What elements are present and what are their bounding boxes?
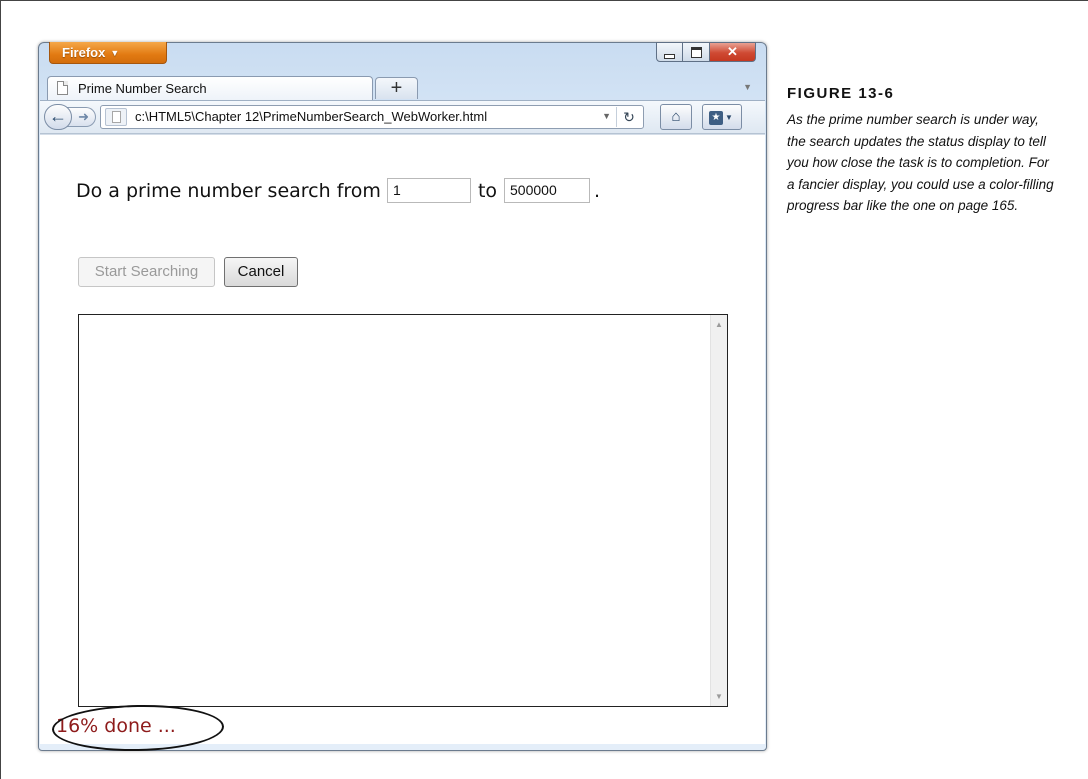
to-number-input[interactable]: 500000	[504, 178, 591, 203]
firefox-menu-button[interactable]: Firefox ▼	[49, 42, 167, 64]
back-arrow-icon: ←	[49, 106, 67, 126]
tab-title: Prime Number Search	[78, 81, 207, 96]
page-frame-left	[0, 0, 1, 779]
home-icon: ⌂	[671, 108, 681, 125]
close-icon: ✕	[727, 44, 738, 59]
back-forward-group: ➜ ←	[44, 104, 96, 130]
figure-caption: As the prime number search is under way,…	[787, 112, 1054, 213]
page-content: Do a prime number search from 1 to 50000…	[40, 134, 765, 753]
figure-title: FIGURE 13-6	[787, 85, 895, 102]
primes-results-box[interactable]: ▲ ▼	[78, 314, 728, 707]
history-dropdown-icon[interactable]: ▼	[602, 111, 611, 121]
annotation-ellipse	[51, 703, 225, 753]
search-range-row: Do a prime number search from 1 to 50000…	[76, 178, 600, 203]
results-scrollbar[interactable]: ▲ ▼	[710, 315, 727, 706]
firefox-menu-label: Firefox	[62, 45, 106, 60]
reload-icon[interactable]: ↻	[616, 107, 641, 127]
cancel-button[interactable]: Cancel	[224, 257, 298, 287]
page-icon	[57, 81, 68, 95]
navigation-toolbar: ➜ ← c:\HTML5\Chapter 12\PrimeNumberSearc…	[40, 100, 765, 134]
from-number-input[interactable]: 1	[386, 178, 471, 203]
to-label: to	[477, 179, 498, 202]
chevron-down-icon: ▼	[110, 48, 120, 58]
site-identity-icon[interactable]	[105, 108, 127, 126]
maximize-icon	[690, 46, 702, 58]
page-frame-top	[0, 0, 1088, 1]
address-bar[interactable]: c:\HTML5\Chapter 12\PrimeNumberSearch_We…	[100, 105, 644, 129]
back-button[interactable]: ←	[44, 104, 72, 130]
tab-prime-number-search[interactable]: Prime Number Search	[47, 76, 373, 100]
bookmarks-icon: ★	[709, 110, 723, 125]
tab-list-icon[interactable]: ▼	[743, 82, 752, 92]
minimize-icon	[664, 53, 675, 59]
forward-arrow-icon: ➜	[78, 109, 89, 124]
maximize-button[interactable]	[683, 42, 710, 62]
browser-window: Firefox ▼ ✕ Prime Number Search + ▼ ➜ ← c…	[38, 42, 767, 753]
bookmarks-button[interactable]: ★ ▼	[702, 104, 742, 130]
prompt-prefix: Do a prime number search from	[76, 179, 381, 202]
start-searching-button[interactable]: Start Searching	[78, 257, 215, 287]
minimize-button[interactable]	[656, 42, 683, 62]
url-text[interactable]: c:\HTML5\Chapter 12\PrimeNumberSearch_We…	[135, 109, 487, 124]
prompt-suffix: .	[594, 179, 601, 202]
chevron-down-icon: ▼	[725, 112, 733, 122]
window-controls: ✕	[656, 42, 756, 64]
scroll-up-icon[interactable]: ▲	[715, 320, 723, 329]
close-button[interactable]: ✕	[710, 42, 756, 62]
new-tab-button[interactable]: +	[375, 77, 418, 99]
scroll-down-icon[interactable]: ▼	[715, 692, 723, 701]
home-button[interactable]: ⌂	[660, 104, 692, 130]
